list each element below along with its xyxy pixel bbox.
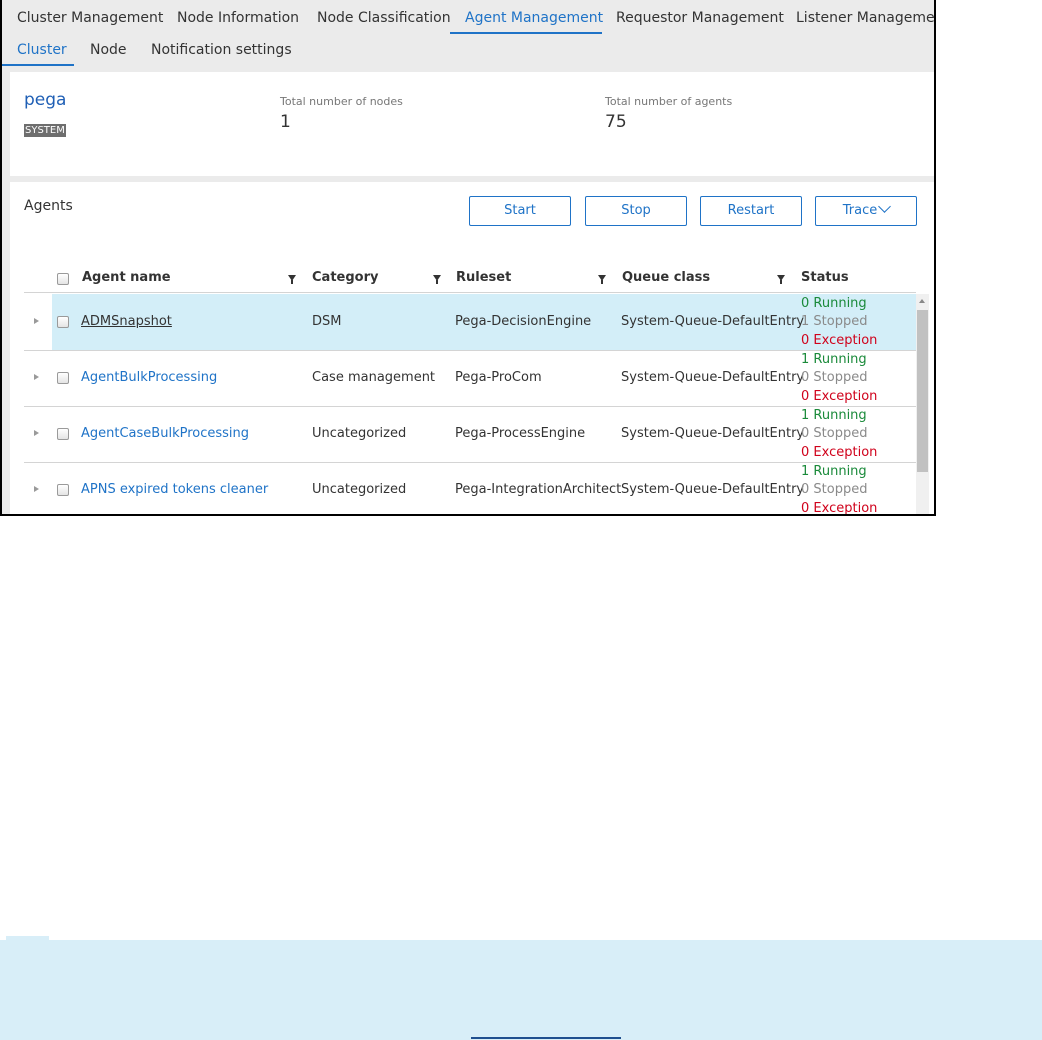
stopped-count: 0 Stopped [801,370,868,386]
stopped-count: 0 Stopped [801,426,868,442]
exception-count: 0 Exception [801,500,878,516]
system-badge: SYSTEM [24,124,66,137]
agent-queue-class: System-Queue-DefaultEntry [621,370,805,385]
active-subtab-indicator [2,64,74,66]
start-button-label: Start [504,203,536,218]
table-row[interactable]: AgentCaseBulkProcessing Uncategorized Pe… [24,406,916,463]
agent-name-link[interactable]: AgentCaseBulkProcessing [81,426,249,441]
agent-ruleset: Pega-ProCom [455,370,542,385]
agent-category: Case management [312,370,436,385]
agent-name-link[interactable]: AgentBulkProcessing [81,370,217,385]
grid-header-row: Agent name Category Ruleset Queue class … [24,266,916,293]
row-checkbox[interactable] [57,372,69,384]
running-count: 0 Running [801,296,867,311]
stop-button[interactable]: Stop [585,196,687,226]
select-all-checkbox[interactable] [57,273,69,285]
column-header-category[interactable]: Category [312,270,378,285]
filter-icon[interactable] [288,275,296,284]
agent-status: 1 Running 0 Stopped 0 Exception [801,351,877,406]
column-header-agent-name[interactable]: Agent name [82,270,171,285]
agent-status: 0 Running 1 Stopped 0 Exception [801,295,877,350]
subtab-node[interactable]: Node [90,42,127,58]
agent-category: Uncategorized [312,426,407,441]
bottom-panel-underline [471,1037,621,1039]
agents-count-value: 75 [605,112,627,132]
tab-cluster-management[interactable]: Cluster Management [17,10,163,26]
agent-queue-class: System-Queue-DefaultEntry [621,314,805,329]
restart-button[interactable]: Restart [700,196,802,226]
table-row[interactable]: ADMSnapshot DSM Pega-DecisionEngine Syst… [24,294,916,351]
cluster-name: pega [24,90,67,110]
filter-icon[interactable] [433,275,441,284]
agent-management-window: Cluster Management Node Information Node… [0,0,936,516]
bottom-panel [0,940,1042,1040]
running-count: 1 Running [801,352,867,367]
agents-count-label: Total number of agents [605,95,733,108]
nodes-count-value: 1 [280,112,291,132]
exception-count: 0 Exception [801,444,878,460]
row-checkbox[interactable] [57,316,69,328]
nodes-count-label: Total number of nodes [280,95,403,108]
subtab-notification-settings[interactable]: Notification settings [151,42,292,58]
agent-ruleset: Pega-IntegrationArchitect [455,482,622,497]
agent-ruleset: Pega-ProcessEngine [455,426,586,441]
restart-button-label: Restart [727,203,775,218]
expand-row-icon[interactable] [34,318,39,324]
agent-status: 1 Running 0 Stopped 0 Exception [801,407,877,462]
row-checkbox[interactable] [57,484,69,496]
main-tab-bar: Cluster Management Node Information Node… [2,0,934,34]
stopped-count: 0 Stopped [801,482,868,498]
row-checkbox[interactable] [57,428,69,440]
agents-section-title: Agents [24,198,73,214]
tab-requestor-management[interactable]: Requestor Management [616,10,784,26]
grid-scrollbar[interactable] [916,294,929,514]
expand-row-icon[interactable] [34,430,39,436]
agent-queue-class: System-Queue-DefaultEntry [621,482,805,497]
running-count: 1 Running [801,464,867,479]
tab-node-classification[interactable]: Node Classification [317,10,451,26]
table-row[interactable]: AgentBulkProcessing Case management Pega… [24,350,916,407]
filter-icon[interactable] [598,275,606,284]
tab-agent-management[interactable]: Agent Management [465,10,603,26]
cluster-summary-card: pega SYSTEM Total number of nodes 1 Tota… [10,72,934,176]
start-button[interactable]: Start [469,196,571,226]
sub-tab-bar: Cluster Node Notification settings [2,34,934,72]
column-header-ruleset[interactable]: Ruleset [456,270,511,285]
agent-category: DSM [312,314,342,329]
stop-button-label: Stop [621,203,651,218]
trace-button-label: Trace [842,203,878,218]
agent-category: Uncategorized [312,482,407,497]
exception-count: 0 Exception [801,388,878,404]
scroll-up-arrow-icon[interactable] [919,299,925,303]
agent-queue-class: System-Queue-DefaultEntry [621,426,805,441]
scrollbar-thumb[interactable] [917,310,928,472]
column-header-queue-class[interactable]: Queue class [622,270,710,285]
tab-listener-management[interactable]: Listener Management [796,10,934,26]
stopped-count: 1 Stopped [801,314,868,330]
filter-icon[interactable] [777,275,785,284]
agent-ruleset: Pega-DecisionEngine [455,314,592,329]
column-header-status[interactable]: Status [801,270,849,285]
subtab-cluster[interactable]: Cluster [17,42,67,58]
trace-button[interactable]: Trace [815,196,917,226]
agent-name-link[interactable]: APNS expired tokens cleaner [81,482,268,497]
running-count: 1 Running [801,408,867,423]
exception-count: 0 Exception [801,332,878,348]
table-row[interactable]: APNS expired tokens cleaner Uncategorize… [24,462,916,516]
expand-row-icon[interactable] [34,486,39,492]
chevron-down-icon [878,200,892,213]
tab-node-information[interactable]: Node Information [177,10,299,26]
agents-panel: Agents Start Stop Restart Trace Agent na… [10,182,934,516]
agent-status: 1 Running 0 Stopped 0 Exception [801,463,878,516]
agent-name-link[interactable]: ADMSnapshot [81,314,172,329]
expand-row-icon[interactable] [34,374,39,380]
